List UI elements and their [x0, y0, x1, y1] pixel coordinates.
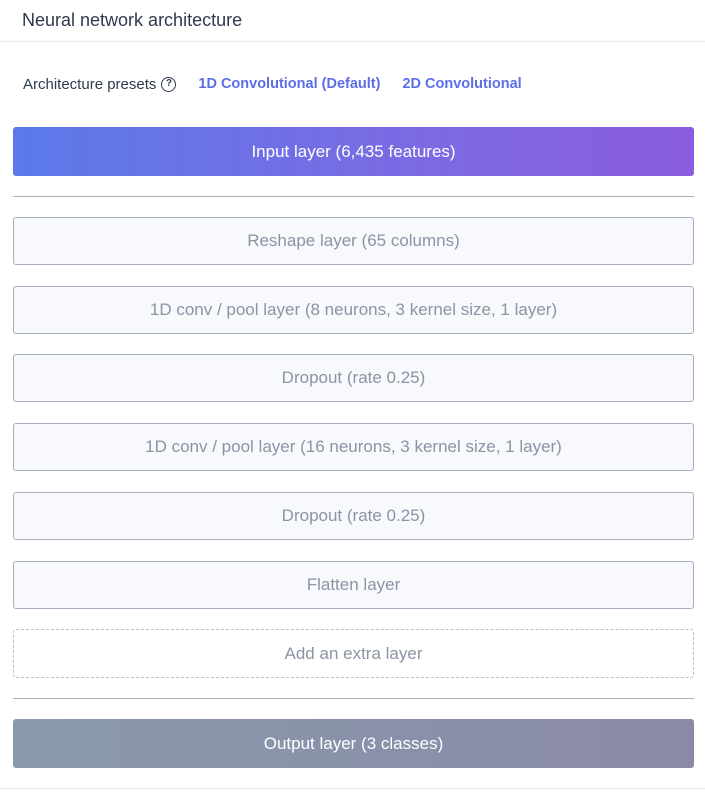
conv1d-layer-1[interactable]: 1D conv / pool layer (8 neurons, 3 kerne… [13, 286, 694, 334]
output-layer[interactable]: Output layer (3 classes) [13, 719, 694, 768]
bottom-divider [0, 788, 705, 789]
flatten-layer[interactable]: Flatten layer [13, 561, 694, 609]
panel-header: Neural network architecture [0, 0, 705, 42]
dropout-layer-2[interactable]: Dropout (rate 0.25) [13, 492, 694, 540]
question-circle-icon[interactable]: ? [161, 76, 177, 92]
conv1d-layer-2[interactable]: 1D conv / pool layer (16 neurons, 3 kern… [13, 423, 694, 471]
preset-1d-convolutional[interactable]: 1D Convolutional (Default) [198, 76, 380, 92]
reshape-layer[interactable]: Reshape layer (65 columns) [13, 217, 694, 265]
presets-label: Architecture presets [23, 75, 157, 93]
dropout-layer-1[interactable]: Dropout (rate 0.25) [13, 354, 694, 402]
input-layer[interactable]: Input layer (6,435 features) [13, 127, 694, 176]
page-title: Neural network architecture [22, 10, 243, 30]
architecture-presets: Architecture presets ? 1D Convolutional … [0, 42, 705, 126]
divider [13, 698, 694, 699]
preset-2d-convolutional[interactable]: 2D Convolutional [402, 76, 521, 92]
divider [13, 196, 694, 197]
add-extra-layer-button[interactable]: Add an extra layer [13, 629, 694, 678]
